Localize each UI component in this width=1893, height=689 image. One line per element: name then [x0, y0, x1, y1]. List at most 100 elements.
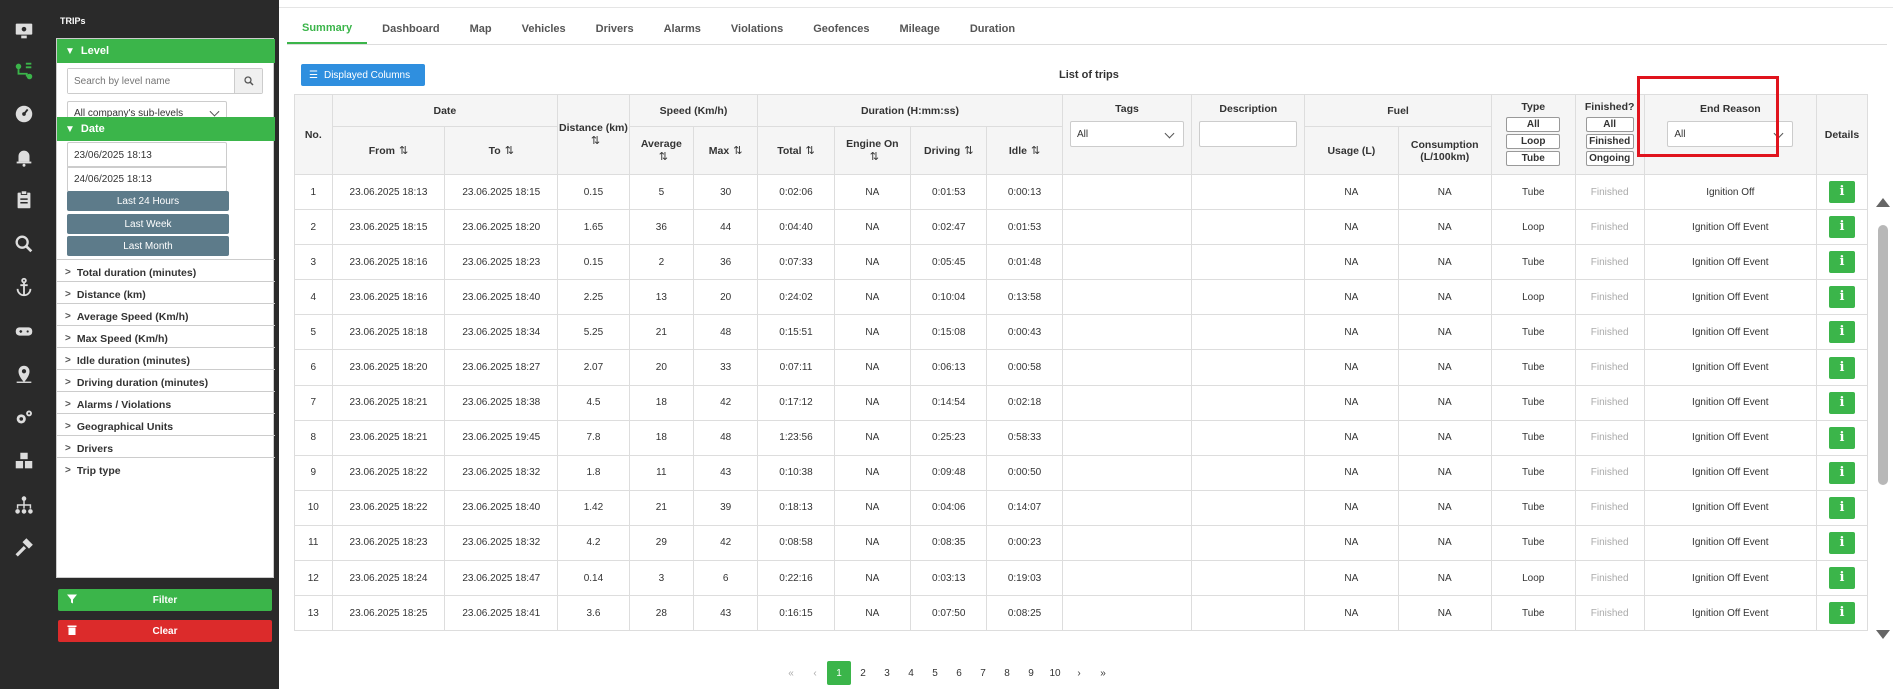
tab-map[interactable]: Map	[455, 14, 507, 44]
info-icon[interactable]: i	[1828, 391, 1855, 414]
table-row[interactable]: 6 23.06.2025 18:20 23.06.2025 18:27 2.07 20 3…	[294, 349, 1869, 386]
next-page-button[interactable]: ›	[1067, 661, 1091, 685]
cubes-icon[interactable]	[11, 448, 37, 474]
filter-button[interactable]: Filter	[58, 589, 272, 611]
col-driving[interactable]: Driving ⇅	[910, 126, 988, 175]
last-page-button[interactable]: »	[1091, 661, 1115, 685]
vertical-scrollbar[interactable]	[1876, 190, 1890, 655]
trips-route-icon[interactable]	[11, 58, 37, 84]
location-pin-icon[interactable]	[11, 361, 37, 387]
hammer-icon[interactable]	[11, 535, 37, 561]
col-engine-on[interactable]: Engine On ⇅	[833, 126, 912, 175]
table-row[interactable]: 10 23.06.2025 18:22 23.06.2025 18:40 1.42 21…	[294, 489, 1869, 526]
info-icon[interactable]: i	[1828, 461, 1855, 484]
table-row[interactable]: 4 23.06.2025 18:16 23.06.2025 18:40 2.25 13 2…	[294, 279, 1869, 316]
gamepad-icon[interactable]	[11, 318, 37, 344]
info-icon[interactable]: i	[1828, 531, 1855, 554]
finished-ongoing-button[interactable]: Ongoing	[1585, 151, 1634, 166]
table-row[interactable]: 7 23.06.2025 18:21 23.06.2025 18:38 4.5 18 42…	[294, 384, 1869, 421]
page-6-button[interactable]: 6	[947, 661, 971, 685]
table-row[interactable]: 3 23.06.2025 18:16 23.06.2025 18:23 0.15 2 36…	[294, 244, 1869, 281]
finished-finished-button[interactable]: Finished	[1585, 134, 1634, 149]
tab-dashboard[interactable]: Dashboard	[367, 14, 454, 44]
info-icon[interactable]: i	[1828, 567, 1855, 590]
clipboard-icon[interactable]	[11, 187, 37, 213]
info-icon[interactable]: i	[1828, 216, 1855, 239]
network-icon[interactable]	[11, 492, 37, 518]
page-7-button[interactable]: 7	[971, 661, 995, 685]
tab-summary[interactable]: Summary	[287, 14, 368, 44]
prev-page-button[interactable]: ‹	[803, 661, 827, 685]
search-icon[interactable]	[11, 231, 37, 257]
type-all-button[interactable]: All	[1506, 117, 1561, 132]
page-9-button[interactable]: 9	[1019, 661, 1043, 685]
col-idle[interactable]: Idle ⇅	[986, 126, 1063, 175]
cell-consumption: NA	[1397, 560, 1492, 597]
level-search-input[interactable]	[68, 69, 234, 93]
page-4-button[interactable]: 4	[899, 661, 923, 685]
page-8-button[interactable]: 8	[995, 661, 1019, 685]
anchor-icon[interactable]	[11, 274, 37, 300]
page-5-button[interactable]: 5	[923, 661, 947, 685]
table-row[interactable]: 9 23.06.2025 18:22 23.06.2025 18:32 1.8 11 43…	[294, 454, 1869, 491]
monitor-icon[interactable]	[11, 18, 37, 44]
page-1-button[interactable]: 1	[827, 661, 851, 685]
col-total[interactable]: Total ⇅	[757, 126, 835, 175]
last-24-hours-button[interactable]: Last 24 Hours	[67, 191, 229, 211]
page-10-button[interactable]: 10	[1043, 661, 1067, 685]
tab-alarms[interactable]: Alarms	[649, 14, 716, 44]
finished-all-button[interactable]: All	[1585, 117, 1634, 132]
tab-violations[interactable]: Violations	[716, 14, 798, 44]
page-2-button[interactable]: 2	[851, 661, 875, 685]
table-row[interactable]: 1 23.06.2025 18:13 23.06.2025 18:15 0.15 5 30…	[294, 173, 1869, 211]
info-icon[interactable]: i	[1828, 181, 1855, 204]
page-3-button[interactable]: 3	[875, 661, 899, 685]
date-section-header[interactable]: ▼ Date	[57, 117, 275, 141]
info-icon[interactable]: i	[1828, 496, 1855, 519]
tab-mileage[interactable]: Mileage	[885, 14, 955, 44]
table-row[interactable]: 5 23.06.2025 18:18 23.06.2025 18:34 5.25 21 4…	[294, 314, 1869, 351]
alarm-bell-icon[interactable]	[11, 144, 37, 170]
first-page-button[interactable]: «	[779, 661, 803, 685]
level-section-header[interactable]: ▼ Level	[57, 39, 275, 63]
col-from[interactable]: From ⇅	[331, 126, 446, 175]
info-icon[interactable]: i	[1828, 602, 1855, 625]
tags-select[interactable]: All	[1070, 121, 1185, 147]
last-week-button[interactable]: Last Week	[67, 214, 229, 234]
last-month-button[interactable]: Last Month	[67, 236, 229, 256]
filter-trip-type[interactable]: > Trip type	[57, 457, 275, 483]
info-icon[interactable]: i	[1828, 321, 1855, 344]
date-to-field[interactable]: 24/06/2025 18:13	[67, 166, 227, 192]
tab-vehicles[interactable]: Vehicles	[507, 14, 581, 44]
tab-geofences[interactable]: Geofences	[798, 14, 884, 44]
description-filter-input[interactable]	[1199, 121, 1298, 147]
search-button[interactable]	[234, 69, 262, 93]
info-icon[interactable]: i	[1828, 251, 1855, 274]
info-icon[interactable]: i	[1828, 426, 1855, 449]
type-loop-button[interactable]: Loop	[1506, 134, 1561, 149]
table-row[interactable]: 12 23.06.2025 18:24 23.06.2025 18:47 0.14 3 6…	[294, 560, 1869, 597]
displayed-columns-button[interactable]: ☰ Displayed Columns	[301, 64, 425, 86]
end-reason-select[interactable]: All	[1667, 121, 1794, 147]
scroll-up-arrow-icon[interactable]	[1876, 198, 1890, 207]
info-icon[interactable]: i	[1828, 286, 1855, 309]
dashboard-gauge-icon[interactable]	[11, 101, 37, 127]
col-average[interactable]: Average ⇅	[628, 126, 694, 175]
tab-drivers[interactable]: Drivers	[581, 14, 649, 44]
table-row[interactable]: 13 23.06.2025 18:25 23.06.2025 18:41 3.6 28 4…	[294, 595, 1869, 632]
table-row[interactable]: 8 23.06.2025 18:21 23.06.2025 19:45 7.8 18 48…	[294, 419, 1869, 456]
settings-gears-icon[interactable]	[11, 405, 37, 431]
clear-button[interactable]: Clear	[58, 620, 272, 642]
scroll-down-arrow-icon[interactable]	[1876, 630, 1890, 639]
info-icon[interactable]: i	[1828, 356, 1855, 379]
table-row[interactable]: 2 23.06.2025 18:15 23.06.2025 18:20 1.65 36 4…	[294, 209, 1869, 246]
date-from-field[interactable]: 23/06/2025 18:13	[67, 142, 227, 168]
cell-idle: 0:00:43	[986, 314, 1063, 351]
col-distance[interactable]: Distance (km) ⇅	[557, 94, 630, 175]
scrollbar-thumb[interactable]	[1878, 225, 1888, 485]
type-tube-button[interactable]: Tube	[1506, 151, 1561, 166]
col-max[interactable]: Max ⇅	[692, 126, 759, 175]
tab-duration[interactable]: Duration	[955, 14, 1030, 44]
table-row[interactable]: 11 23.06.2025 18:23 23.06.2025 18:32 4.2 29 4…	[294, 524, 1869, 562]
col-to[interactable]: To ⇅	[444, 126, 559, 175]
